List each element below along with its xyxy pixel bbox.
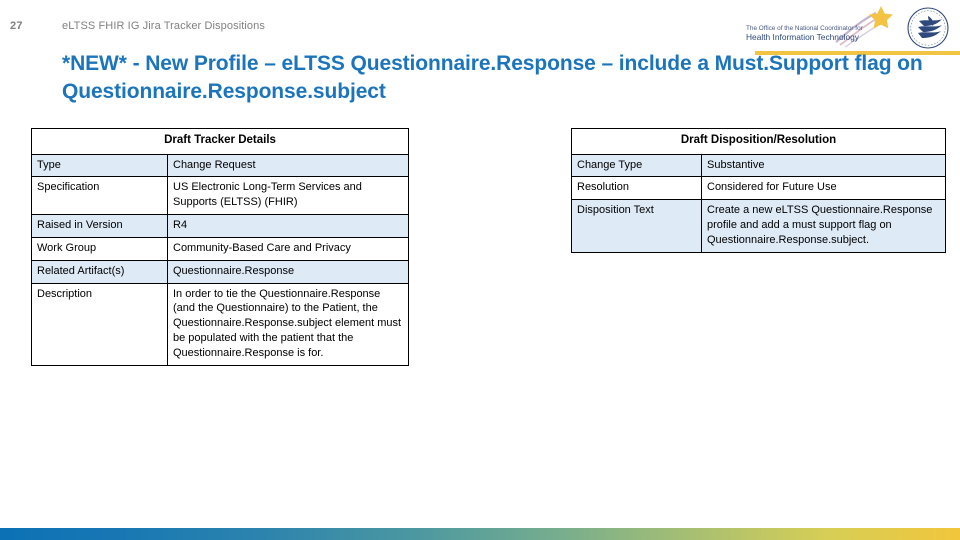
row-value: Change Request	[167, 153, 409, 178]
logo-block: The Office of the National Coordinator f…	[744, 6, 952, 52]
row-label: Raised in Version	[31, 214, 168, 238]
table-row: Resolution Considered for Future Use	[571, 176, 946, 201]
table-row: Related Artifact(s) Questionnaire.Respon…	[31, 259, 409, 284]
table-caption-row: Draft Disposition/Resolution	[571, 128, 946, 155]
row-label: Type	[31, 153, 168, 178]
row-label: Change Type	[571, 153, 702, 178]
deck-header-label: eLTSS FHIR IG Jira Tracker Dispositions	[62, 20, 265, 32]
row-label: Specification	[31, 176, 168, 216]
draft-disposition-resolution-table: Draft Disposition/Resolution Change Type…	[571, 128, 946, 253]
table-row: Type Change Request	[31, 153, 409, 178]
row-value: In order to tie the Questionnaire.Respon…	[167, 282, 409, 366]
row-value: Considered for Future Use	[701, 176, 946, 201]
table-caption-row: Draft Tracker Details	[31, 128, 409, 155]
row-label: Resolution	[571, 176, 702, 201]
row-value: Questionnaire.Response	[167, 259, 409, 284]
table-row: Description In order to tie the Question…	[31, 282, 409, 366]
row-value: Substantive	[701, 153, 946, 178]
disposition-table-caption: Draft Disposition/Resolution	[571, 128, 946, 155]
table-row: Work Group Community-Based Care and Priv…	[31, 236, 409, 261]
table-row: Raised in Version R4	[31, 214, 409, 238]
table-row: Disposition Text Create a new eLTSS Ques…	[571, 199, 946, 253]
row-value: US Electronic Long-Term Services and Sup…	[167, 176, 409, 216]
onc-logo-line2: Health Information Technology	[746, 32, 860, 42]
draft-tracker-details-table: Draft Tracker Details Type Change Reques…	[31, 128, 409, 366]
hhs-seal-logo	[904, 6, 952, 52]
row-label: Work Group	[31, 236, 168, 261]
row-value: Community-Based Care and Privacy	[167, 236, 409, 261]
onc-logo-line1: The Office of the National Coordinator f…	[746, 25, 864, 32]
row-value: R4	[167, 214, 409, 238]
bottom-accent-bar	[0, 528, 960, 540]
row-label: Disposition Text	[571, 199, 702, 253]
page-number: 27	[10, 20, 23, 32]
tracker-table-caption: Draft Tracker Details	[31, 128, 409, 155]
onc-logo: The Office of the National Coordinator f…	[744, 6, 896, 50]
row-label: Description	[31, 282, 168, 366]
table-row: Change Type Substantive	[571, 153, 946, 178]
row-label: Related Artifact(s)	[31, 259, 168, 284]
page-title: *NEW* - New Profile – eLTSS Questionnair…	[62, 52, 923, 103]
table-row: Specification US Electronic Long-Term Se…	[31, 176, 409, 216]
row-value: Create a new eLTSS Questionnaire.Respons…	[701, 199, 946, 253]
